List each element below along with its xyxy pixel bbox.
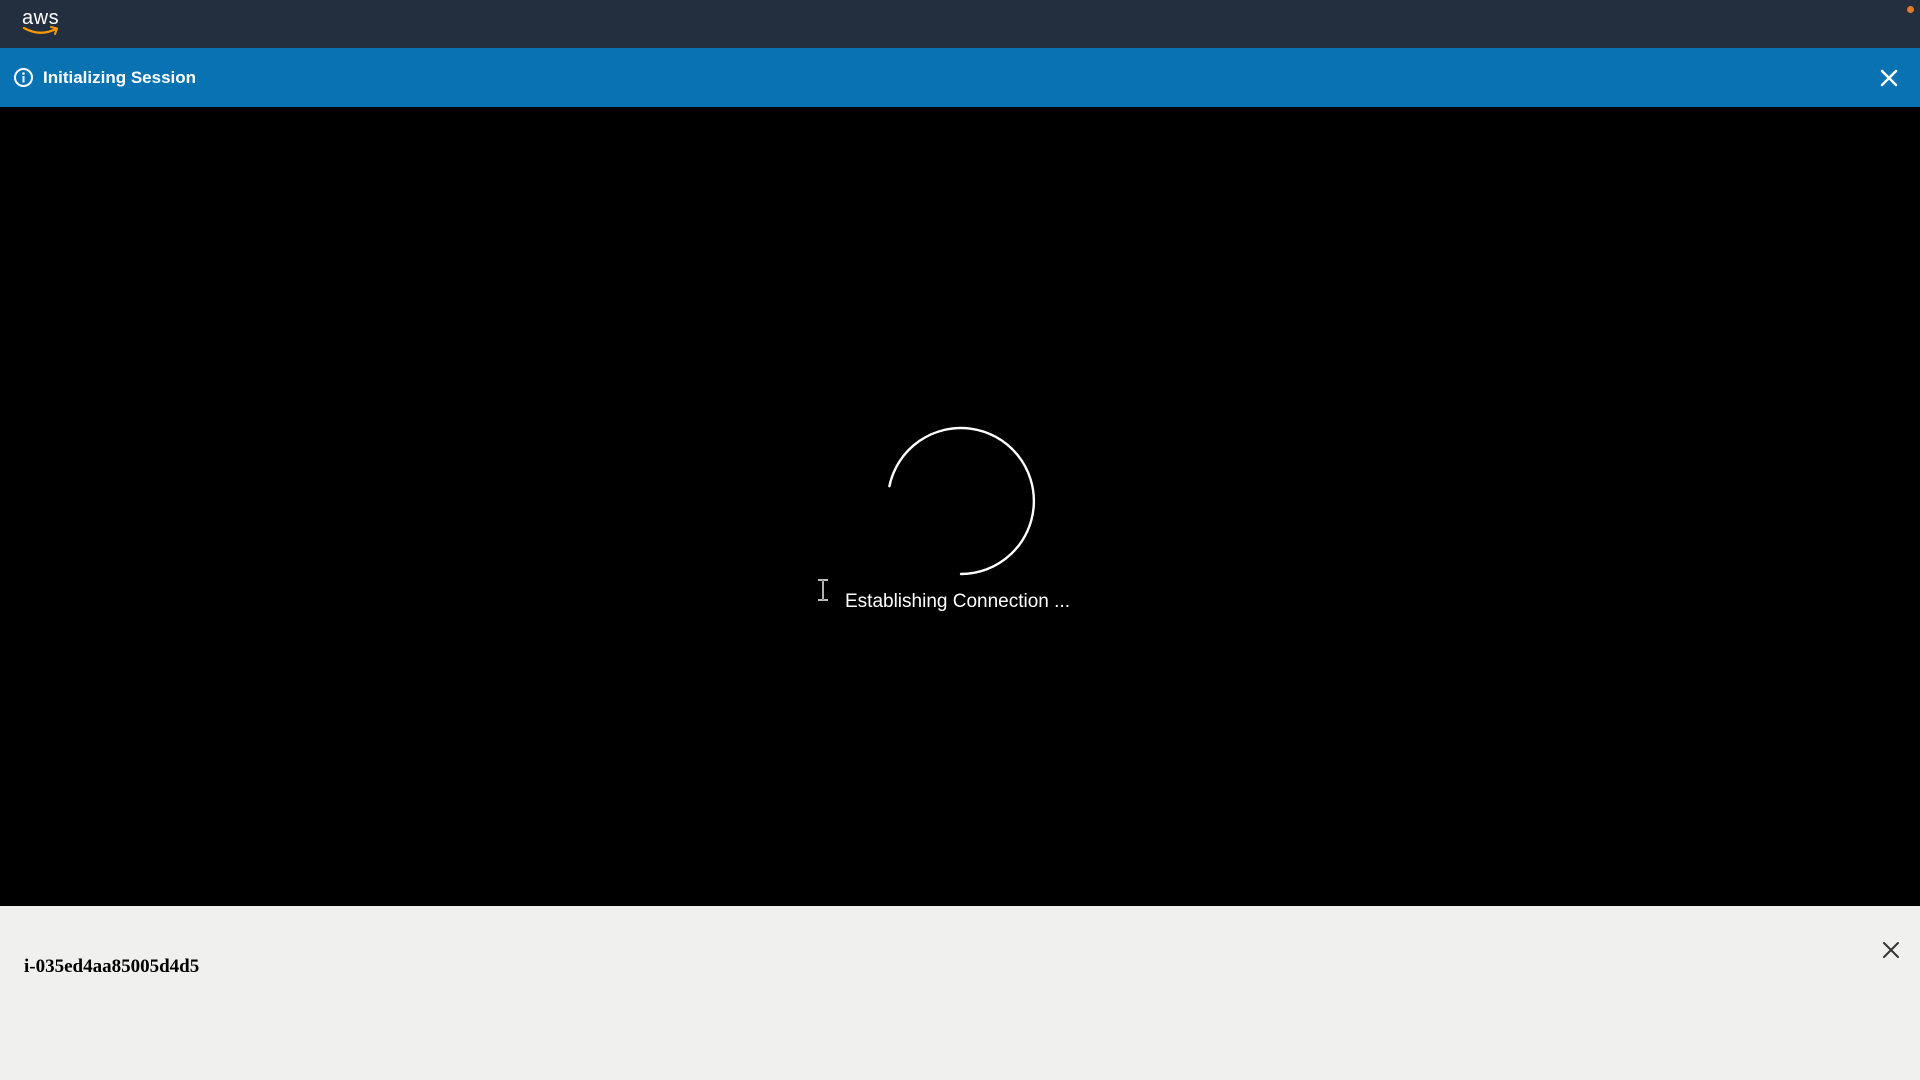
text-cursor-icon	[818, 579, 828, 601]
banner-message: Initializing Session	[43, 68, 197, 87]
aws-smile-icon	[22, 26, 58, 35]
aws-logo[interactable]: aws	[22, 8, 62, 38]
loading-spinner-icon	[888, 426, 1036, 576]
instance-info-panel: i-035ed4aa85005d4d5	[0, 906, 1920, 1080]
close-icon[interactable]	[1878, 67, 1900, 89]
connection-status-text: Establishing Connection ...	[845, 591, 1070, 612]
info-icon	[14, 68, 33, 87]
top-navigation-bar: aws	[0, 0, 1920, 48]
terminal-area[interactable]: Establishing Connection ...	[0, 107, 1920, 906]
instance-id-label: i-035ed4aa85005d4d5	[24, 956, 200, 977]
close-icon[interactable]	[1880, 939, 1902, 961]
status-indicator-dot	[1907, 6, 1914, 13]
session-status-banner: Initializing Session	[0, 48, 1920, 107]
